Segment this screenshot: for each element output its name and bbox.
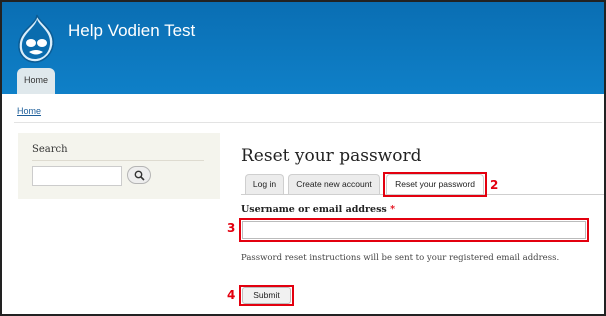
- username-field-label: Username or email address *: [241, 204, 395, 215]
- site-header: Help Vodien Test Home: [2, 2, 604, 94]
- highlight-box-2: [383, 172, 487, 197]
- search-block: Search: [18, 133, 220, 199]
- username-label-text: Username or email address: [241, 204, 387, 215]
- tab-create-new-account[interactable]: Create new account: [288, 174, 380, 194]
- breadcrumb-home-link[interactable]: Home: [17, 106, 41, 116]
- magnifier-icon: [134, 170, 145, 181]
- required-marker: *: [390, 204, 396, 215]
- nav-tab-home[interactable]: Home: [17, 68, 55, 94]
- breadcrumb-divider: [14, 122, 602, 123]
- search-input[interactable]: [32, 166, 122, 186]
- search-block-divider: [32, 160, 204, 161]
- annotation-number-2: 2: [490, 178, 499, 192]
- search-block-title: Search: [32, 144, 68, 155]
- password-reset-help-text: Password reset instructions will be sent…: [241, 253, 560, 263]
- highlight-box-3: [239, 218, 589, 242]
- tab-log-in[interactable]: Log in: [245, 174, 284, 194]
- annotation-number-4: 4: [227, 288, 236, 302]
- site-name[interactable]: Help Vodien Test: [68, 21, 195, 41]
- annotation-number-3: 3: [227, 221, 236, 235]
- search-button[interactable]: [127, 166, 151, 184]
- highlight-box-4: [239, 285, 294, 306]
- drupal-logo-icon[interactable]: [15, 13, 57, 63]
- page-title: Reset your password: [241, 146, 422, 166]
